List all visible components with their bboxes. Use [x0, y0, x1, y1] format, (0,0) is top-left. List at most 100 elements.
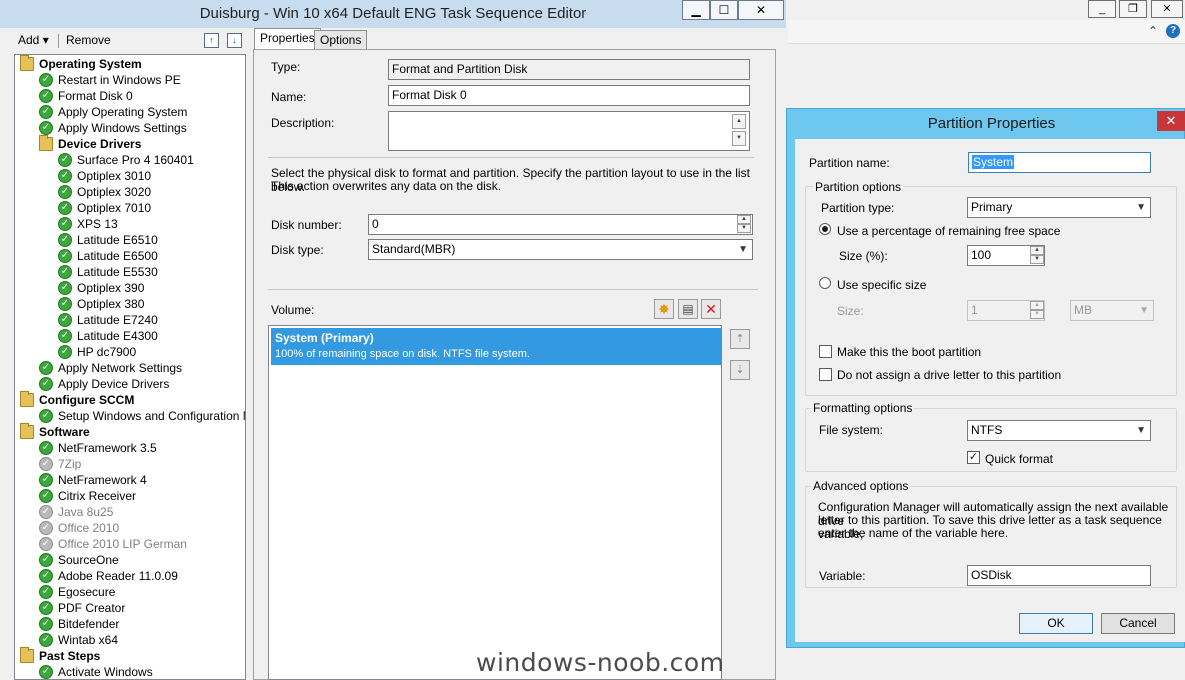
tree-item-label: Bitdefender — [58, 617, 120, 631]
disk-number-down-icon[interactable]: ▼ — [737, 224, 751, 233]
tree-item-label: Format Disk 0 — [58, 89, 133, 103]
bg-close-button[interactable]: ✕ — [1151, 0, 1183, 18]
folder-icon — [20, 423, 34, 439]
move-volume-down-icon[interactable]: ⇣ — [730, 360, 750, 380]
editor-title-bar[interactable]: Duisburg - Win 10 x64 Default ENG Task S… — [0, 0, 786, 28]
editor-title: Duisburg - Win 10 x64 Default ENG Task S… — [199, 5, 587, 22]
tree-item-label: Latitude E6500 — [77, 249, 158, 263]
tree-item-label: Adobe Reader 11.0.09 — [58, 569, 178, 583]
add-menu-button[interactable]: Add ▾ — [18, 33, 49, 47]
size-percent-up-icon[interactable]: ▲ — [1030, 246, 1044, 255]
boot-partition-checkbox[interactable] — [819, 345, 832, 358]
volume-item[interactable]: System (Primary) 100% of remaining space… — [271, 328, 721, 365]
size-unit-select: MB ▼ — [1070, 300, 1154, 321]
volume-list[interactable]: System (Primary) 100% of remaining space… — [268, 325, 722, 680]
boot-partition-label: Make this the boot partition — [837, 345, 982, 359]
bg-minimize-button[interactable]: _ — [1088, 0, 1116, 18]
partition-type-value: Primary — [971, 200, 1013, 214]
task-sequence-editor-window: Duisburg - Win 10 x64 Default ENG Task S… — [0, 0, 786, 680]
close-button[interactable]: ✕ — [738, 0, 784, 20]
percentage-radio[interactable] — [819, 223, 831, 235]
success-check-icon: ✓ — [58, 217, 72, 231]
divider — [268, 157, 754, 158]
disk-number-up-icon[interactable]: ▲ — [737, 215, 751, 224]
new-partition-icon[interactable]: ✸ — [654, 299, 674, 319]
description-scroll-up-icon[interactable]: ▲ — [732, 114, 746, 129]
volume-label: Volume: — [271, 303, 315, 317]
no-drive-letter-checkbox[interactable] — [819, 368, 832, 381]
quick-format-checkbox[interactable]: ✓ — [967, 451, 980, 464]
divider — [268, 289, 758, 290]
dialog-body: Partition name: System Partition options… — [795, 139, 1185, 642]
success-check-icon: ✓ — [58, 201, 72, 215]
bg-restore-button[interactable]: ❐ — [1119, 0, 1147, 18]
move-up-icon[interactable]: ↑ — [204, 33, 219, 48]
folder-icon — [20, 647, 34, 663]
chevron-down-icon: ▼ — [1136, 425, 1146, 436]
tree-item-label: Latitude E5530 — [77, 265, 158, 279]
chevron-down-icon: ▼ — [738, 244, 748, 255]
partition-name-value: System — [972, 155, 1015, 169]
maximize-button[interactable]: ☐ — [710, 0, 738, 20]
remove-button[interactable]: Remove — [66, 33, 111, 47]
tree-item-label: Optiplex 3010 — [77, 169, 152, 183]
cancel-button[interactable]: Cancel — [1101, 613, 1175, 634]
formatting-options-title: Formatting options — [811, 401, 915, 415]
move-down-icon[interactable]: ↓ — [227, 33, 242, 48]
size-down-icon: ▼ — [1030, 310, 1044, 319]
tree-item-label: Citrix Receiver — [58, 489, 137, 503]
tab-options[interactable]: Options — [314, 30, 368, 50]
partition-type-select[interactable]: Primary ▼ — [967, 197, 1151, 218]
dialog-close-button[interactable]: ✕ — [1157, 111, 1185, 131]
variable-field[interactable]: OSDisk — [967, 565, 1151, 586]
success-check-icon: ✓ — [39, 553, 53, 567]
disabled-step-icon: ✓ — [39, 537, 53, 551]
advanced-text-line-3: enter the name of the variable here. — [818, 526, 1009, 540]
tree-item-label: Past Steps — [39, 649, 101, 663]
description-scroll-down-icon[interactable]: ▼ — [732, 131, 746, 146]
tree-item-label: SourceOne — [58, 553, 119, 567]
description-field[interactable] — [388, 111, 750, 151]
type-field: Format and Partition Disk — [388, 59, 750, 80]
disk-number-field[interactable]: 0 — [368, 214, 753, 235]
file-system-select[interactable]: NTFS ▼ — [967, 420, 1151, 441]
help-icon[interactable]: ? — [1166, 24, 1180, 38]
success-check-icon: ✓ — [39, 121, 53, 135]
partition-properties-icon[interactable]: ▤ — [678, 299, 698, 319]
success-check-icon: ✓ — [58, 233, 72, 247]
task-sequence-tree[interactable]: Operating System ✓ Restart in Windows PE ✓ F… — [14, 54, 246, 680]
watermark-text: windows-noob.com — [476, 648, 725, 677]
tree-item-label: Operating System — [39, 57, 142, 71]
specific-size-radio[interactable] — [819, 277, 831, 289]
name-field[interactable]: Format Disk 0 — [388, 85, 750, 106]
partition-options-title: Partition options — [813, 180, 904, 194]
collapse-ribbon-icon[interactable]: ⌃ — [1148, 24, 1158, 38]
disabled-step-icon: ✓ — [39, 521, 53, 535]
delete-icon[interactable]: ✕ — [701, 299, 721, 319]
success-check-icon: ✓ — [58, 297, 72, 311]
success-check-icon: ✓ — [39, 633, 53, 647]
disk-type-label: Disk type: — [271, 243, 324, 257]
tree-item-label: Latitude E6510 — [77, 233, 158, 247]
partition-name-field[interactable]: System — [968, 152, 1151, 173]
no-drive-letter-label: Do not assign a drive letter to this par… — [837, 368, 1062, 382]
size-percent-down-icon[interactable]: ▼ — [1030, 255, 1044, 264]
tab-properties[interactable]: Properties — [254, 28, 321, 50]
specific-size-label: Use specific size — [837, 278, 927, 292]
success-check-icon: ✓ — [58, 313, 72, 327]
tree-item-label: Optiplex 380 — [77, 297, 145, 311]
folder-icon — [20, 391, 34, 407]
ok-button[interactable]: OK — [1019, 613, 1093, 634]
tree-item-label: HP dc7900 — [77, 345, 137, 359]
disk-type-select[interactable]: Standard(MBR) ▼ — [368, 239, 753, 260]
minimize-button[interactable]: ▁ — [682, 0, 710, 20]
add-label: Add — [18, 33, 40, 47]
disk-number-label: Disk number: — [271, 218, 342, 232]
success-check-icon: ✓ — [39, 473, 53, 487]
tree-item-label: Optiplex 7010 — [77, 201, 152, 215]
size-up-icon: ▲ — [1030, 301, 1044, 310]
toolbar-divider — [58, 34, 59, 48]
partition-type-label: Partition type: — [821, 201, 895, 215]
move-volume-up-icon[interactable]: ⇡ — [730, 329, 750, 349]
quick-format-label: Quick format — [985, 452, 1054, 466]
